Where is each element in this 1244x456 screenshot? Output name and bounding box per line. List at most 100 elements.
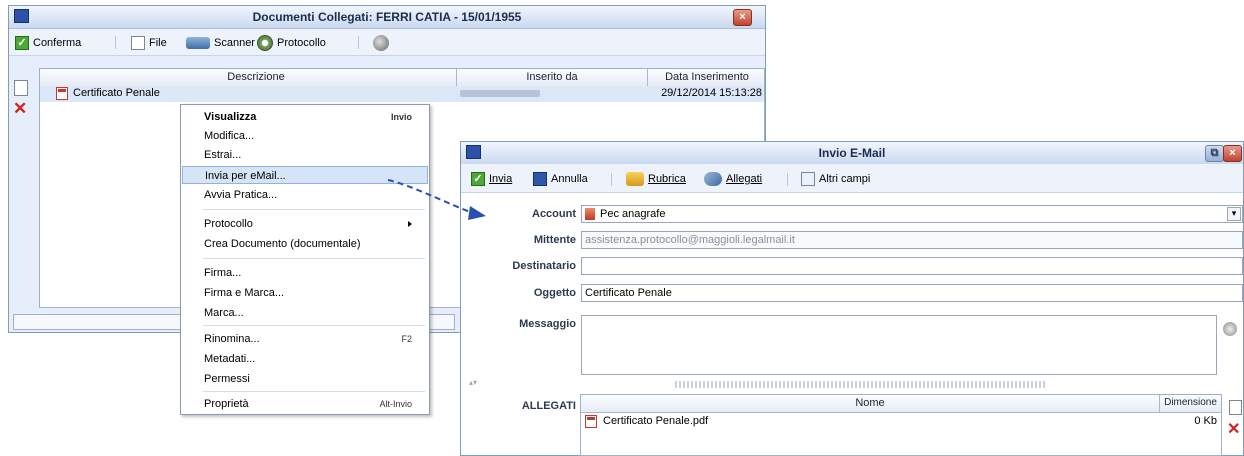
window2-toolbar: ✓ Invia Annulla Rubrica Allegati Altri c… xyxy=(461,164,1243,193)
menu-label: Invia per eMail... xyxy=(205,170,286,182)
conferma-button[interactable]: ✓ Conferma xyxy=(15,35,81,51)
column-descrizione[interactable]: Descrizione xyxy=(56,71,456,83)
address-book-icon xyxy=(626,172,644,186)
menu-item-firma[interactable]: Firma... xyxy=(182,264,428,282)
menu-item-estrai[interactable]: Estrai... xyxy=(182,146,428,164)
altri-campi-button[interactable]: Altri campi xyxy=(801,171,870,187)
menu-shortcut: Alt-Invio xyxy=(379,399,412,409)
menu-label: Avvia Pratica... xyxy=(204,189,278,201)
menu-label: Firma e Marca... xyxy=(204,287,285,299)
menu-item-crea-documento[interactable]: Crea Documento (documentale) xyxy=(182,235,428,253)
annulla-label: Annulla xyxy=(551,173,588,185)
scanner-label: Scanner xyxy=(214,37,255,49)
attach-clip-icon[interactable] xyxy=(1223,322,1237,336)
protocollo-button[interactable]: Protocollo xyxy=(257,35,326,51)
menu-label: Permessi xyxy=(204,373,250,385)
menu-item-marca[interactable]: Marca... xyxy=(182,304,428,322)
invia-label: Invia xyxy=(489,173,513,185)
menu-item-rinomina[interactable]: Rinomina... F2 xyxy=(182,330,428,348)
column-nome[interactable]: Nome xyxy=(581,397,1159,409)
file-label: File xyxy=(149,37,167,49)
window1-title: Documenti Collegati: FERRI CATIA - 15/01… xyxy=(252,10,522,24)
destinatario-field[interactable] xyxy=(581,257,1243,275)
menu-separator xyxy=(203,325,425,326)
form-icon xyxy=(801,172,815,186)
column-inserito-da[interactable]: Inserito da xyxy=(457,71,647,83)
chevron-down-icon[interactable]: ▾ xyxy=(1227,207,1241,221)
row-descrizione: Certificato Penale xyxy=(73,87,160,99)
attachment-size: 0 Kb xyxy=(1194,415,1217,427)
table-row[interactable]: Certificato Penale.pdf 0 Kb xyxy=(581,414,1221,430)
menu-label: Rinomina... xyxy=(204,333,260,345)
window1-toolbar: ✓ Conferma File Scanner Protocollo xyxy=(9,29,765,56)
window2-close-button[interactable]: × xyxy=(1223,145,1242,162)
menu-item-invia-per-email[interactable]: Invia per eMail... xyxy=(182,166,428,184)
row-inserito-da-blurred xyxy=(460,90,540,97)
window2-titlebar: Invio E-Mail ⧉ × xyxy=(461,142,1243,165)
menu-label: Estrai... xyxy=(204,149,242,161)
delete-icon[interactable]: ✕ xyxy=(13,100,27,117)
messaggio-textarea[interactable] xyxy=(581,315,1217,375)
menu-item-visualizza[interactable]: Visualizza Invio xyxy=(182,108,428,126)
globe-button[interactable] xyxy=(373,35,389,51)
check-icon: ✓ xyxy=(471,172,485,186)
menu-label: Modifica... xyxy=(204,130,255,142)
menu-shortcut: F2 xyxy=(401,334,412,344)
column-data-inserimento[interactable]: Data Inserimento xyxy=(648,71,766,83)
splitter-arrows-icon[interactable]: ▴▾ xyxy=(469,378,477,387)
allegati-label: Allegati xyxy=(726,173,763,185)
destinatario-label: Destinatario xyxy=(512,260,576,272)
document-icon xyxy=(131,36,145,50)
menu-item-avvia-pratica[interactable]: Avvia Pratica... xyxy=(182,186,428,204)
menu-label: Visualizza xyxy=(204,111,257,123)
mittente-label: Mittente xyxy=(533,234,576,246)
account-label: Account xyxy=(532,208,576,220)
menu-label: Metadati... xyxy=(204,353,256,365)
menu-item-modifica[interactable]: Modifica... xyxy=(182,127,428,145)
rubrica-button[interactable]: Rubrica xyxy=(626,171,686,187)
toolbar-separator xyxy=(358,36,359,49)
account-value: Pec anagrafe xyxy=(600,208,666,220)
allegati-button[interactable]: Allegati xyxy=(704,171,762,187)
table-row[interactable]: Certificato Penale 29/12/2014 15:13:28 xyxy=(40,86,764,102)
conferma-label: Conferma xyxy=(33,37,82,49)
window2-title: Invio E-Mail xyxy=(818,146,886,160)
toolbar-separator xyxy=(115,36,116,49)
scanner-button[interactable]: Scanner xyxy=(186,35,255,51)
splitter-handle[interactable] xyxy=(675,381,1045,388)
menu-item-firma-e-marca[interactable]: Firma e Marca... xyxy=(182,284,428,302)
grid-header: Descrizione Inserito da Data Inserimento xyxy=(40,69,764,87)
file-button[interactable]: File xyxy=(131,35,167,51)
oggetto-field[interactable]: Certificato Penale xyxy=(581,284,1243,302)
menu-label: Crea Documento (documentale) xyxy=(204,238,361,250)
menu-item-proprieta[interactable]: Proprietà Alt-Invio xyxy=(182,395,428,413)
toolbar-separator xyxy=(787,173,788,186)
menu-label: Firma... xyxy=(204,267,242,279)
menu-item-protocollo[interactable]: Protocollo xyxy=(182,215,428,233)
annulla-button[interactable]: Annulla xyxy=(533,171,588,187)
account-select[interactable]: Pec anagrafe ▾ xyxy=(581,205,1243,223)
menu-separator xyxy=(203,391,425,392)
menu-label: Protocollo xyxy=(204,218,253,230)
oggetto-label: Oggetto xyxy=(533,287,576,299)
new-document-icon[interactable] xyxy=(14,80,28,96)
paperclip-icon xyxy=(704,172,722,186)
menu-item-permessi[interactable]: Permessi xyxy=(182,370,428,388)
window1-close-button[interactable]: × xyxy=(733,9,752,26)
attachments-header: Nome Dimensione xyxy=(581,395,1221,413)
remove-attachment-icon[interactable]: ✕ xyxy=(1227,422,1240,438)
invia-button[interactable]: ✓ Invia xyxy=(471,171,512,187)
allegati-label: ALLEGATI xyxy=(521,400,576,412)
window2-restore-button[interactable]: ⧉ xyxy=(1205,145,1224,162)
pdf-file-icon xyxy=(56,87,68,100)
attachments-grid: Nome Dimensione Certificato Penale.pdf 0… xyxy=(580,394,1222,456)
menu-item-metadati[interactable]: Metadati... xyxy=(182,350,428,368)
messaggio-label: Messaggio xyxy=(519,318,576,330)
attachment-name: Certificato Penale.pdf xyxy=(603,415,709,427)
add-attachment-icon[interactable] xyxy=(1229,400,1242,415)
column-dimensione[interactable]: Dimensione xyxy=(1160,397,1221,408)
scanner-icon xyxy=(186,37,210,49)
globe-icon xyxy=(373,35,389,51)
altri-campi-label: Altri campi xyxy=(819,173,871,185)
menu-label: Proprietà xyxy=(204,398,249,410)
